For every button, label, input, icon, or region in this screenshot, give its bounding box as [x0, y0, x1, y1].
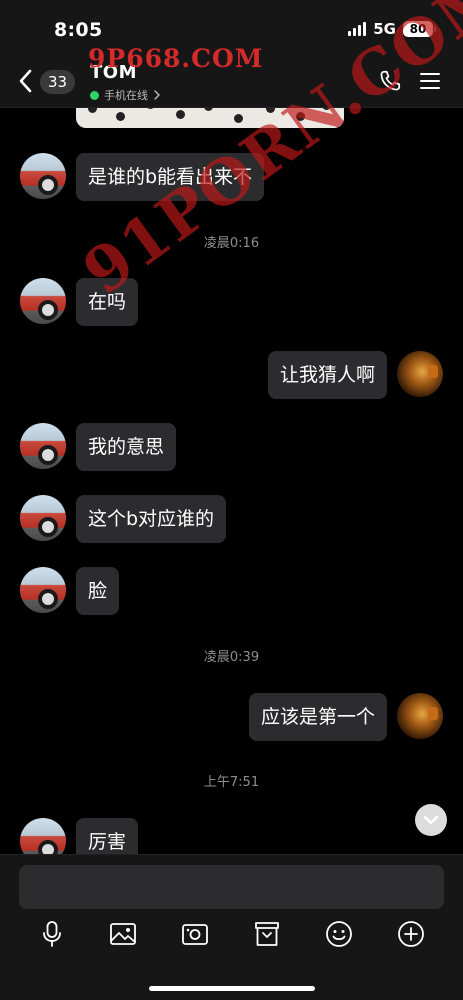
back-chevron-icon: [19, 69, 32, 93]
menu-button[interactable]: [419, 70, 441, 92]
status-indicators: 5G 80: [348, 20, 436, 38]
online-status[interactable]: 手机在线: [90, 87, 161, 103]
status-bar: 8:05 5G 80: [0, 0, 463, 58]
contact-avatar[interactable]: [20, 567, 66, 613]
timestamp: 凌晨0:16: [203, 236, 260, 251]
contact-avatar[interactable]: [20, 153, 66, 199]
message-bubble[interactable]: 这个b对应谁的: [76, 495, 227, 543]
home-indicator: [149, 986, 315, 991]
message-bubble[interactable]: 在吗: [76, 278, 139, 326]
status-time: 8:05: [54, 19, 103, 41]
message-bubble[interactable]: 是谁的b能看出来不: [76, 153, 265, 201]
message-bubble[interactable]: 让我猜人啊: [267, 351, 387, 399]
camera-icon[interactable]: [180, 919, 210, 949]
back-button[interactable]: [14, 68, 36, 94]
folder-icon[interactable]: [252, 919, 282, 949]
message-bubble[interactable]: 脸: [76, 567, 120, 615]
chat-header: 33 TOM 手机在线: [0, 58, 463, 108]
emoji-icon[interactable]: [324, 919, 354, 949]
online-dot-icon: [90, 90, 99, 100]
contact-avatar[interactable]: [20, 423, 66, 469]
contact-avatar[interactable]: [20, 818, 66, 854]
timestamp: 上午7:51: [203, 775, 260, 790]
message-composer: [0, 854, 463, 1000]
image-icon[interactable]: [108, 919, 138, 949]
chevron-down-icon: [423, 815, 439, 825]
message-bubble[interactable]: 应该是第一个: [248, 693, 387, 741]
contact-name[interactable]: TOM: [90, 62, 137, 83]
message-bubble[interactable]: 厉害: [76, 818, 139, 854]
microphone-icon[interactable]: [37, 919, 67, 949]
chevron-right-icon: [154, 90, 160, 100]
my-avatar[interactable]: [397, 693, 443, 739]
contact-avatar[interactable]: [20, 278, 66, 324]
unread-badge[interactable]: 33: [40, 70, 76, 94]
plus-icon[interactable]: [396, 919, 426, 949]
message-bubble[interactable]: 我的意思: [76, 423, 177, 471]
chat-message-list[interactable]: 是谁的b能看出来不 凌晨0:16 在吗 让我猜人啊 我的意思 这个b对应谁的 脸…: [0, 108, 463, 854]
battery-icon: 80: [403, 21, 436, 37]
phone-call-button[interactable]: [377, 68, 403, 94]
my-avatar[interactable]: [397, 351, 443, 397]
contact-avatar[interactable]: [20, 495, 66, 541]
network-label: 5G: [373, 20, 396, 38]
scroll-to-bottom-button[interactable]: [415, 804, 447, 836]
image-message-thumbnail[interactable]: [76, 108, 344, 128]
message-input[interactable]: [19, 865, 444, 909]
online-status-label: 手机在线: [104, 89, 148, 102]
signal-icon: [348, 22, 367, 36]
timestamp: 凌晨0:39: [203, 650, 260, 665]
